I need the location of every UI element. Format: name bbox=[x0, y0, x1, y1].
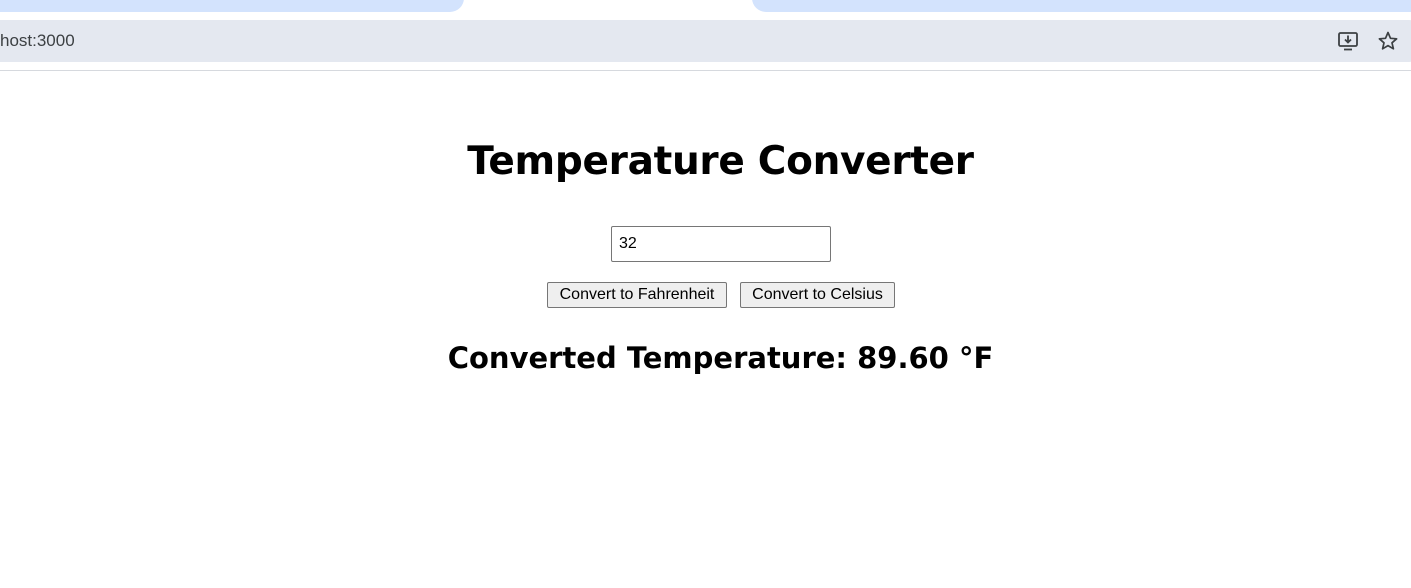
temperature-input[interactable] bbox=[611, 226, 831, 262]
page-content: Temperature Converter Convert to Fahrenh… bbox=[0, 71, 1411, 588]
browser-tab[interactable] bbox=[752, 0, 1411, 12]
convert-to-fahrenheit-button[interactable]: Convert to Fahrenheit bbox=[547, 282, 727, 308]
browser-tab[interactable] bbox=[0, 0, 464, 12]
browser-chrome: host:3000 bbox=[0, 0, 1411, 71]
converted-temperature-result: Converted Temperature: 89.60 °F bbox=[447, 341, 994, 375]
address-bar[interactable]: host:3000 bbox=[0, 20, 1411, 62]
bookmark-star-icon[interactable] bbox=[1377, 30, 1399, 52]
address-bar-url[interactable]: host:3000 bbox=[0, 31, 75, 51]
install-app-icon[interactable] bbox=[1337, 30, 1359, 52]
page-title: Temperature Converter bbox=[467, 139, 974, 184]
convert-to-celsius-button[interactable]: Convert to Celsius bbox=[740, 282, 895, 308]
